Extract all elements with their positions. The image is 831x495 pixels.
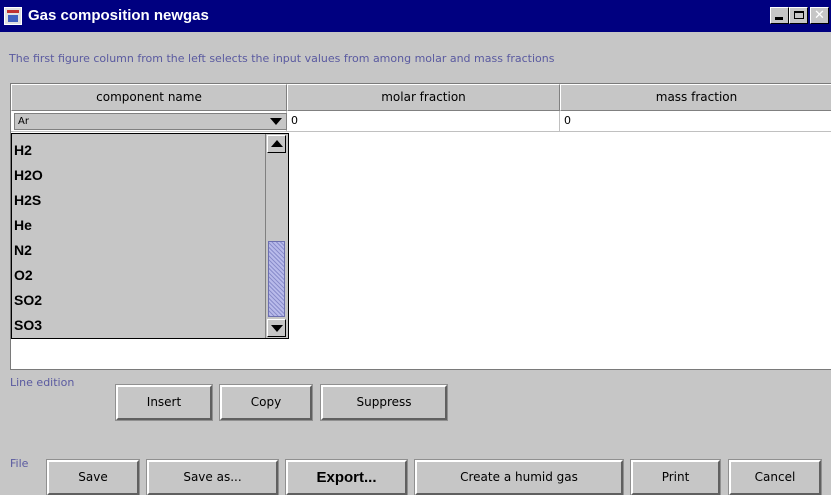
cancel-button[interactable]: Cancel <box>728 459 822 495</box>
arrow-up-icon <box>271 140 283 147</box>
list-item[interactable]: O2 <box>14 263 33 288</box>
list-item[interactable]: SO3 <box>14 313 42 338</box>
list-item[interactable]: H2O <box>14 163 43 188</box>
molar-fraction-cell[interactable]: 0 <box>287 111 560 132</box>
line-edition-label: Line edition <box>10 376 75 389</box>
component-select-value: Ar <box>18 116 29 127</box>
window-title: Gas composition newgas <box>28 7 209 24</box>
scroll-thumb[interactable] <box>268 241 285 317</box>
print-button[interactable]: Print <box>630 459 721 495</box>
info-text: The first figure column from the left se… <box>9 52 555 65</box>
title-bar: Gas composition newgas ✕ <box>0 0 831 32</box>
scroll-down-button[interactable] <box>267 319 286 337</box>
scroll-up-button[interactable] <box>267 135 286 153</box>
component-dropdown-list[interactable]: H2 H2O H2S He N2 O2 SO2 SO3 <box>11 133 289 339</box>
minimize-button[interactable] <box>770 7 789 24</box>
chevron-down-icon[interactable] <box>270 118 282 125</box>
maximize-button[interactable] <box>789 7 808 24</box>
insert-button[interactable]: Insert <box>115 384 213 421</box>
arrow-down-icon <box>271 325 283 332</box>
save-button[interactable]: Save <box>46 459 140 495</box>
column-header-mass[interactable]: mass fraction <box>560 84 831 111</box>
close-icon: ✕ <box>814 8 825 23</box>
list-item[interactable]: H2 <box>14 138 32 163</box>
mass-fraction-cell[interactable]: 0 <box>560 111 831 132</box>
copy-button[interactable]: Copy <box>219 384 313 421</box>
close-button[interactable]: ✕ <box>810 7 829 24</box>
suppress-button[interactable]: Suppress <box>320 384 448 421</box>
export-button[interactable]: Export... <box>285 459 408 495</box>
list-item[interactable]: N2 <box>14 238 32 263</box>
column-header-component[interactable]: component name <box>11 84 287 111</box>
list-item[interactable]: H2S <box>14 188 41 213</box>
dropdown-scrollbar[interactable] <box>265 134 288 338</box>
list-item[interactable]: He <box>14 213 32 238</box>
file-label: File <box>10 457 29 470</box>
component-select[interactable]: Ar <box>14 113 287 130</box>
save-as-button[interactable]: Save as... <box>146 459 279 495</box>
app-icon <box>4 7 22 25</box>
column-header-molar[interactable]: molar fraction <box>287 84 560 111</box>
list-item[interactable]: SO2 <box>14 288 42 313</box>
create-humid-gas-button[interactable]: Create a humid gas <box>414 459 624 495</box>
